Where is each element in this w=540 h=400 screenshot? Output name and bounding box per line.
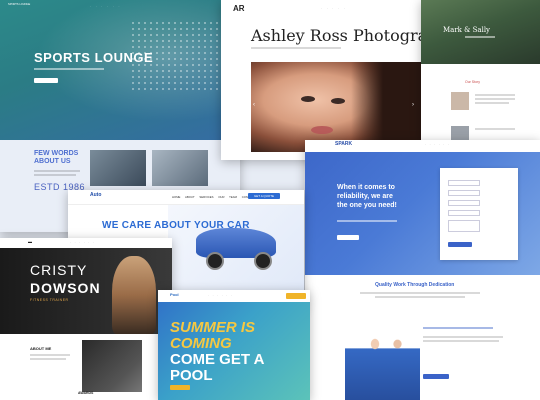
few-words-line-2: ABOUT US	[34, 157, 71, 165]
about-me-heading: ABOUT ME	[30, 346, 52, 351]
portrait-eye	[331, 98, 345, 104]
form-field[interactable]	[448, 200, 480, 206]
sports-text-line	[34, 174, 76, 176]
spark-years-line	[423, 327, 493, 329]
pool-title-2: COMING	[170, 335, 232, 352]
auto-quote-button[interactable]: GET A QUOTE	[248, 193, 280, 199]
wedding-preview[interactable]: Mark & Sally Our Story	[421, 0, 540, 140]
sports-subtext-line	[34, 68, 104, 70]
spark-text-line	[423, 336, 503, 338]
pool-cta-button[interactable]	[286, 293, 306, 299]
sports-nav: · · · · · ·	[90, 4, 120, 8]
photo-title: Ashley Ross Photography	[251, 26, 421, 45]
wedding-text-line	[475, 94, 515, 96]
sports-text-line	[34, 170, 80, 172]
gym-image	[82, 340, 142, 392]
wedding-text-line	[475, 102, 509, 104]
pool-title-4: POOL	[170, 367, 213, 384]
few-words-line-1: FEW WORDS	[34, 150, 79, 157]
form-submit-button[interactable]	[448, 242, 472, 247]
photo-nav: · · · · ·	[321, 6, 345, 10]
sports-title: SPORTS LOUNGE	[34, 50, 154, 65]
wedding-names: Mark & Sally	[443, 26, 491, 34]
about-text-line	[30, 358, 66, 360]
spark-headline: When it comes to reliability, we are the…	[337, 184, 397, 210]
wedding-photo	[451, 126, 469, 140]
pool-logo: Pool	[170, 292, 179, 297]
sports-few-words: FEW WORDS ABOUT US	[34, 150, 78, 165]
spark-headline-3: the one you need!	[337, 201, 397, 209]
spark-nav-links: · · · · · ·	[425, 143, 449, 146]
pool-title-1: SUMMER IS	[170, 319, 256, 336]
fitness-logo: ▬	[28, 239, 32, 244]
spark-text-line	[375, 296, 465, 298]
pool-nav-links: · · · · · ·	[208, 294, 232, 297]
wedding-story: Our Story	[465, 80, 480, 84]
car-wheel	[254, 252, 272, 270]
spark-cta-button[interactable]	[337, 235, 359, 240]
form-field[interactable]	[448, 210, 480, 216]
spark-quality-heading: Quality Work Through Dedication	[375, 282, 455, 288]
form-field[interactable]	[448, 180, 480, 186]
slider-next-icon[interactable]: ›	[412, 102, 414, 108]
auto-nav-links: HOME ABOUT SERVICES OUR TEAM CONTACT	[172, 195, 256, 199]
spark-preview[interactable]: SPARK · · · · · · When it comes to relia…	[305, 140, 540, 400]
pool-title-3: COME GET A	[170, 351, 265, 368]
sports-photo-2	[152, 150, 208, 186]
spark-subtext-line	[337, 220, 397, 222]
pool-more-button[interactable]	[170, 385, 190, 390]
spark-more-button[interactable]	[423, 374, 449, 379]
about-text-line	[30, 354, 70, 356]
fitness-nav-links: · · · · · ·	[70, 241, 94, 244]
portrait-lips	[311, 126, 333, 134]
spark-text-line	[423, 340, 499, 342]
trainer-last-name: DOWSON	[30, 280, 101, 296]
car-wheel	[206, 252, 224, 270]
spark-text-line	[360, 292, 480, 294]
photography-preview[interactable]: AR · · · · · Ashley Ross Photography ‹ ›	[221, 0, 421, 160]
photo-logo: AR	[233, 4, 245, 13]
sports-cta-button[interactable]	[34, 78, 58, 83]
trainer-image	[112, 256, 156, 334]
sports-photo-1	[90, 150, 146, 186]
form-message-field[interactable]	[448, 220, 480, 232]
trainer-first-name: CRISTY	[30, 262, 88, 278]
spark-headline-1: When it comes to	[337, 184, 395, 191]
wedding-text-line	[475, 128, 515, 130]
wedding-photo	[451, 92, 469, 110]
pool-preview[interactable]: Pool · · · · · · SUMMER IS COMING COME G…	[158, 290, 310, 400]
trainer-role: FITNESS TRAINER	[30, 298, 69, 302]
sports-brand: SPORTS LOUNGE	[8, 3, 31, 6]
fitness-preview[interactable]: ▬ · · · · · · CRISTY DOWSON FITNESS TRAI…	[0, 238, 172, 400]
portrait-hair	[351, 62, 421, 152]
slider-prev-icon[interactable]: ‹	[253, 102, 255, 108]
form-field[interactable]	[448, 190, 480, 196]
photo-quote-line	[251, 47, 341, 49]
spark-headline-2: reliability, we are	[337, 192, 393, 200]
wedding-date-line	[465, 36, 495, 38]
spark-contact-form[interactable]	[440, 168, 518, 260]
spark-logo: SPARK	[335, 141, 353, 147]
portrait-eye	[301, 96, 315, 102]
team-photo	[345, 320, 420, 400]
awards-heading: AWARDS	[78, 391, 94, 395]
portrait-image	[251, 62, 421, 152]
wedding-text-line	[475, 98, 515, 100]
auto-logo: Auto	[90, 192, 102, 198]
